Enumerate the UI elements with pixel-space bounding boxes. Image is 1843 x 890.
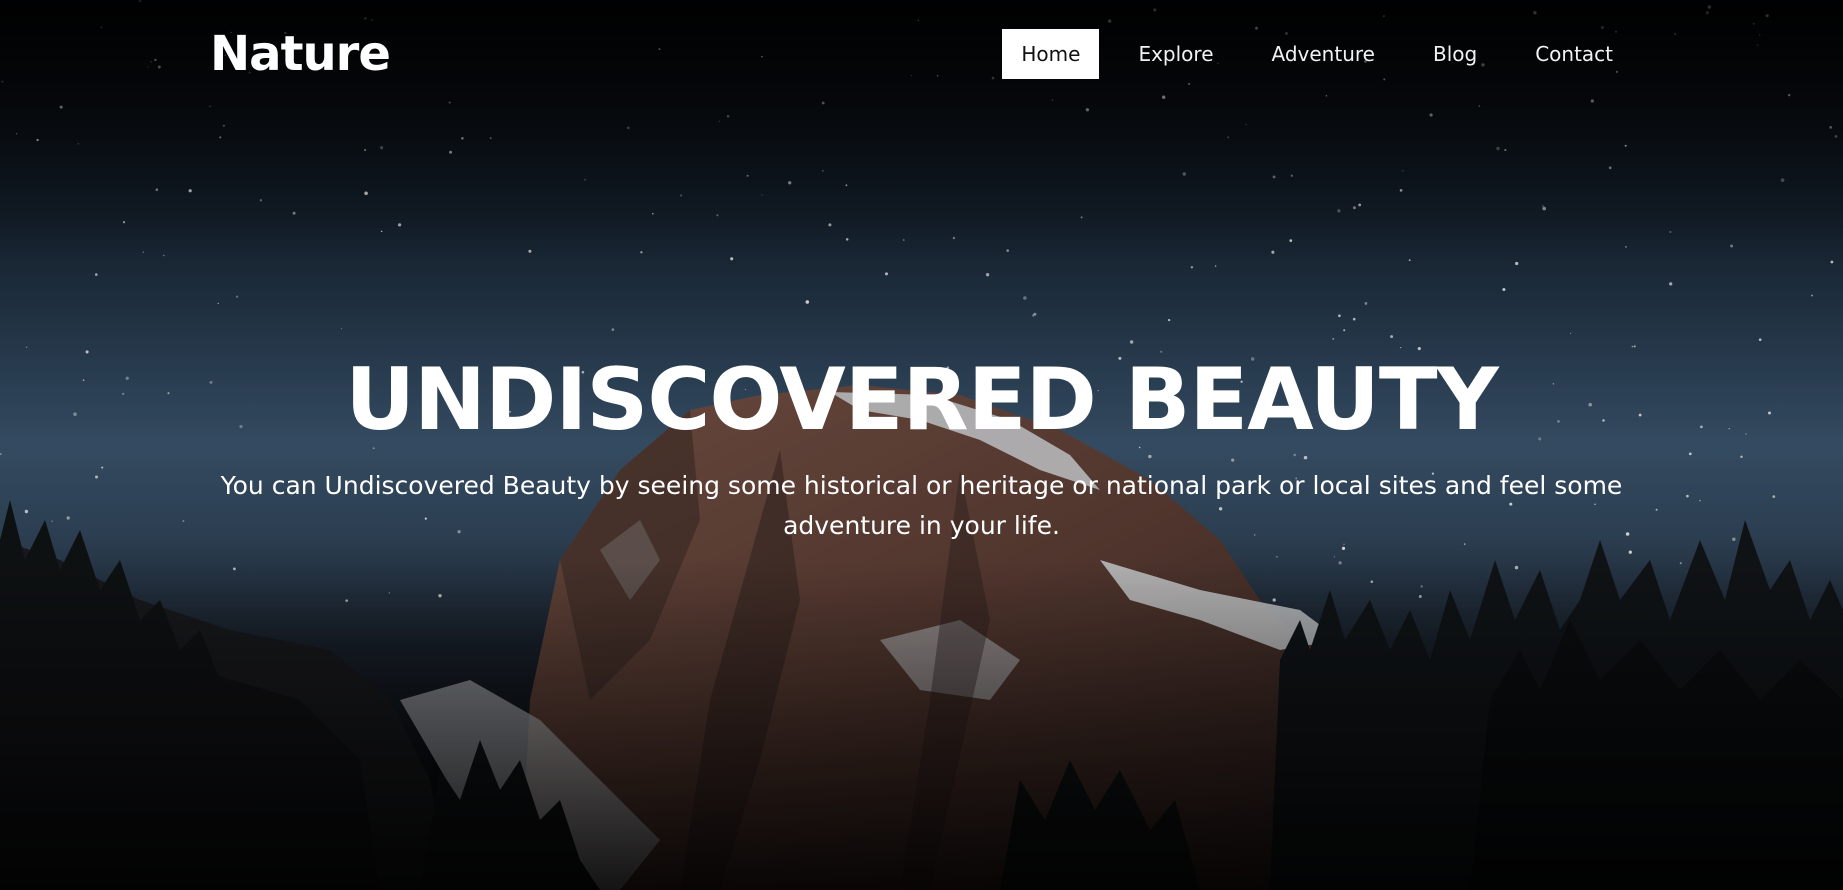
hero-section: Nature Home Explore Adventure Blog Conta…: [0, 0, 1843, 890]
main-nav: Home Explore Adventure Blog Contact: [982, 29, 1632, 79]
nav-item-blog: Blog: [1414, 29, 1496, 79]
nav-item-adventure: Adventure: [1253, 29, 1394, 79]
nav-item-contact: Contact: [1516, 29, 1632, 79]
nav-link-home[interactable]: Home: [1002, 29, 1100, 79]
nav-link-blog[interactable]: Blog: [1414, 29, 1496, 79]
site-logo[interactable]: Nature: [210, 22, 391, 86]
nav-link-explore[interactable]: Explore: [1119, 29, 1232, 79]
nav-item-explore: Explore: [1119, 29, 1232, 79]
nav-link-adventure[interactable]: Adventure: [1253, 29, 1394, 79]
nav-item-home: Home: [1002, 29, 1100, 79]
nav-link-contact[interactable]: Contact: [1516, 29, 1632, 79]
hero-title: UNDISCOVERED BEAUTY: [345, 350, 1499, 450]
hero-subtitle: You can Undiscovered Beauty by seeing so…: [220, 471, 1623, 540]
